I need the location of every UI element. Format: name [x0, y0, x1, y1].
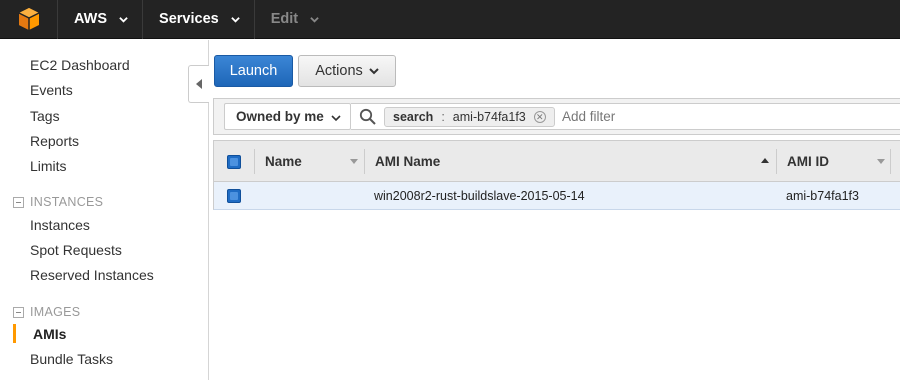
chevron-down-icon: [119, 16, 128, 23]
aws-logo[interactable]: [0, 0, 58, 39]
column-divider: [364, 149, 365, 174]
sidebar: EC2 Dashboard Events Tags Reports Limits…: [0, 40, 209, 380]
section-instances-title: INSTANCES: [30, 195, 104, 209]
search-token[interactable]: search : ami-b74fa1f3 ✕: [384, 107, 555, 127]
actions-button[interactable]: Actions: [298, 55, 396, 87]
column-divider: [254, 149, 255, 174]
top-nav-bar: AWS Services Edit: [0, 0, 900, 39]
owner-filter-value: Owned by me: [236, 109, 324, 124]
sidebar-item-ec2-dashboard[interactable]: EC2 Dashboard: [30, 57, 130, 73]
column-header-ami-name-label: AMI Name: [375, 154, 441, 169]
sidebar-item-instances[interactable]: Instances: [30, 217, 90, 233]
chevron-down-icon: [230, 16, 240, 23]
sort-icon[interactable]: [350, 159, 358, 164]
search-icon: [359, 108, 376, 125]
chevron-down-icon: [369, 68, 379, 75]
actions-button-label: Actions: [315, 63, 363, 79]
column-divider: [890, 149, 891, 174]
select-all-checkbox[interactable]: [227, 141, 241, 182]
checkbox-icon: [227, 188, 241, 203]
row-checkbox[interactable]: [227, 182, 241, 209]
section-images-header[interactable]: IMAGES: [13, 305, 80, 319]
column-header-ami-name[interactable]: AMI Name: [375, 141, 765, 182]
aws-menu[interactable]: AWS: [58, 0, 144, 39]
collapse-icon: [13, 306, 24, 318]
search-token-key: search: [393, 110, 434, 124]
chevron-down-icon: [331, 115, 341, 122]
sidebar-item-reserved-instances[interactable]: Reserved Instances: [30, 267, 154, 283]
launch-button-label: Launch: [229, 63, 278, 79]
sidebar-item-limits[interactable]: Limits: [30, 158, 67, 174]
collapse-icon: [13, 196, 24, 208]
chevron-down-icon: [310, 16, 319, 23]
sort-icon[interactable]: [877, 159, 885, 164]
edit-menu[interactable]: Edit: [255, 0, 333, 39]
sidebar-item-tags[interactable]: Tags: [30, 108, 60, 124]
checkbox-icon: [227, 154, 241, 169]
search-token-separator: :: [441, 110, 445, 124]
table-row[interactable]: win2008r2-rust-buildslave-2015-05-14 ami…: [213, 182, 900, 210]
search-token-value: ami-b74fa1f3: [452, 110, 526, 124]
edit-menu-label: Edit: [270, 11, 299, 27]
services-menu-label: Services: [159, 11, 219, 27]
column-header-name-label: Name: [265, 154, 302, 169]
aws-cube-icon: [18, 8, 39, 30]
sidebar-item-events[interactable]: Events: [30, 82, 73, 98]
sidebar-item-amis[interactable]: AMIs: [33, 326, 66, 342]
table-header: Name AMI Name AMI ID: [213, 140, 900, 182]
launch-button[interactable]: Launch: [214, 55, 293, 87]
section-instances-header[interactable]: INSTANCES: [13, 195, 103, 209]
remove-token-icon[interactable]: ✕: [533, 111, 546, 123]
section-images-title: IMAGES: [30, 305, 81, 319]
filter-bar: Owned by me search : ami-b74fa1f3 ✕ Add …: [213, 98, 900, 135]
sidebar-item-reports[interactable]: Reports: [30, 133, 79, 149]
active-item-marker: [13, 324, 16, 343]
column-divider: [776, 149, 777, 174]
add-filter-input[interactable]: Add filter: [562, 109, 615, 124]
sidebar-collapse-toggle[interactable]: [188, 65, 209, 103]
column-header-ami-id-label: AMI ID: [787, 154, 829, 169]
aws-menu-label: AWS: [74, 11, 108, 27]
sidebar-item-spot-requests[interactable]: Spot Requests: [30, 242, 122, 258]
cell-ami-name: win2008r2-rust-buildslave-2015-05-14: [374, 188, 585, 203]
sort-ascending-icon[interactable]: [761, 158, 769, 163]
column-header-ami-id[interactable]: AMI ID: [787, 141, 887, 182]
cell-ami-id: ami-b74fa1f3: [786, 188, 859, 203]
owner-filter-select[interactable]: Owned by me: [224, 103, 351, 130]
services-menu[interactable]: Services: [143, 0, 255, 39]
search-filter-box[interactable]: search : ami-b74fa1f3 ✕ Add filter: [351, 103, 900, 130]
sidebar-item-bundle-tasks[interactable]: Bundle Tasks: [30, 351, 113, 367]
